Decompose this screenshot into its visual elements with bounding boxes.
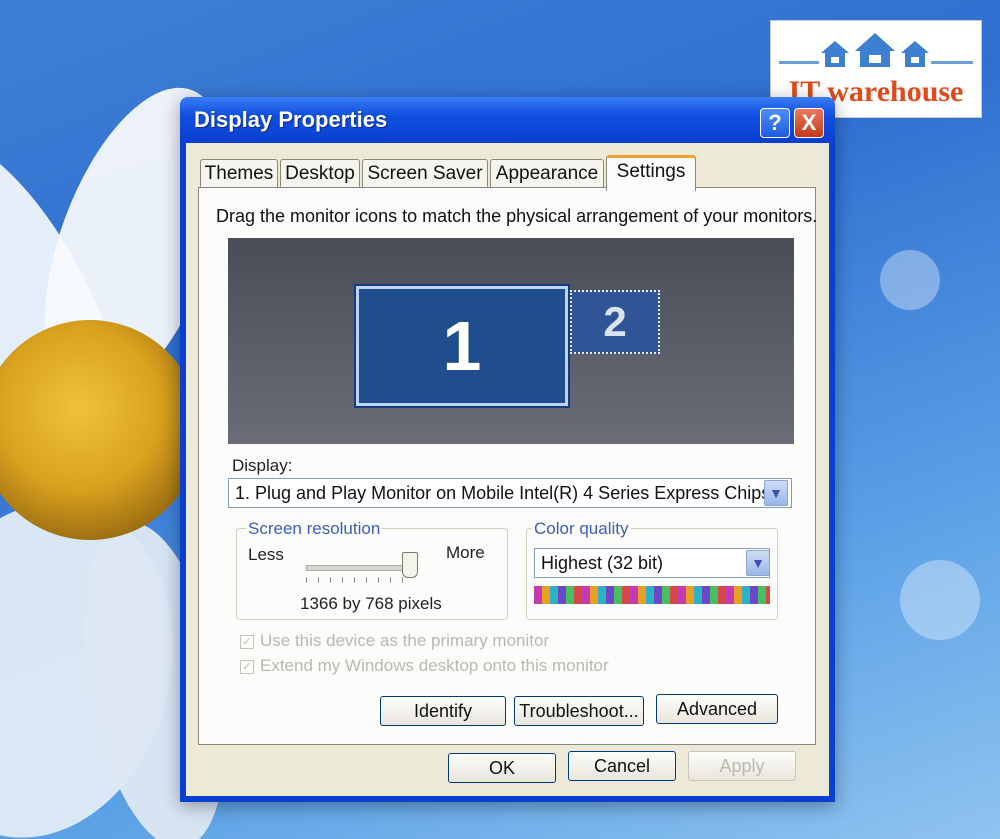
color-quality-select[interactable]: Highest (32 bit) (534, 548, 770, 578)
chevron-down-icon[interactable]: ▼ (764, 480, 788, 506)
resolution-value: 1366 by 768 pixels (300, 594, 442, 613)
apply-button[interactable]: Apply (688, 751, 796, 781)
extend-desktop-checkbox[interactable]: ✓ Extend my Windows desktop onto this mon… (240, 656, 609, 676)
instruction-text: Drag the monitor icons to match the phys… (216, 206, 818, 226)
dialog-client-area: Themes Desktop Screen Saver Appearance S… (186, 143, 829, 796)
color-quality-preview-bar (534, 586, 770, 604)
tab-screen-saver[interactable]: Screen Saver (362, 159, 488, 188)
resolution-slider-ticks (306, 577, 406, 583)
checkbox-icon: ✓ (240, 634, 254, 649)
window-title: Display Properties (194, 107, 388, 132)
identify-button[interactable]: Identify (380, 696, 506, 726)
cancel-button[interactable]: Cancel (568, 751, 676, 781)
primary-monitor-label: Use this device as the primary monitor (260, 631, 550, 650)
title-bar[interactable]: Display Properties ? X (180, 97, 835, 143)
resolution-slider-thumb[interactable] (402, 552, 418, 578)
resolution-more-label: More (446, 543, 485, 562)
tab-appearance[interactable]: Appearance (490, 159, 604, 188)
close-button[interactable]: X (794, 108, 824, 138)
troubleshoot-button[interactable]: Troubleshoot... (514, 696, 644, 726)
bokeh-light (880, 250, 940, 310)
monitor-2-icon[interactable]: 2 (570, 290, 660, 354)
resolution-slider-track[interactable] (306, 565, 416, 571)
bokeh-light (900, 560, 980, 640)
resolution-less-label: Less (248, 545, 284, 564)
tab-settings[interactable]: Settings (606, 155, 696, 191)
tab-themes[interactable]: Themes (200, 159, 278, 188)
extend-desktop-label: Extend my Windows desktop onto this moni… (260, 656, 609, 675)
chevron-down-icon[interactable]: ▼ (746, 550, 770, 576)
monitor-arrangement-area: 1 2 (228, 238, 794, 444)
color-quality-title: Color quality (532, 519, 631, 539)
checkbox-icon: ✓ (240, 659, 254, 674)
flower-center (0, 320, 200, 540)
monitor-1-icon[interactable]: 1 (354, 284, 570, 408)
advanced-button[interactable]: Advanced (656, 694, 778, 724)
color-quality-value: Highest (32 bit) (541, 553, 664, 573)
display-select[interactable]: 1. Plug and Play Monitor on Mobile Intel… (228, 478, 792, 508)
screen-resolution-title: Screen resolution (246, 519, 383, 539)
help-button[interactable]: ? (760, 108, 790, 138)
display-label: Display: (232, 456, 293, 475)
houses-icon (779, 33, 973, 67)
primary-monitor-checkbox[interactable]: ✓ Use this device as the primary monitor (240, 631, 549, 651)
tab-desktop[interactable]: Desktop (280, 159, 360, 188)
display-select-value: 1. Plug and Play Monitor on Mobile Intel… (235, 483, 792, 503)
display-properties-window: Display Properties ? X Themes Desktop Sc… (180, 97, 835, 802)
ok-button[interactable]: OK (448, 753, 556, 783)
